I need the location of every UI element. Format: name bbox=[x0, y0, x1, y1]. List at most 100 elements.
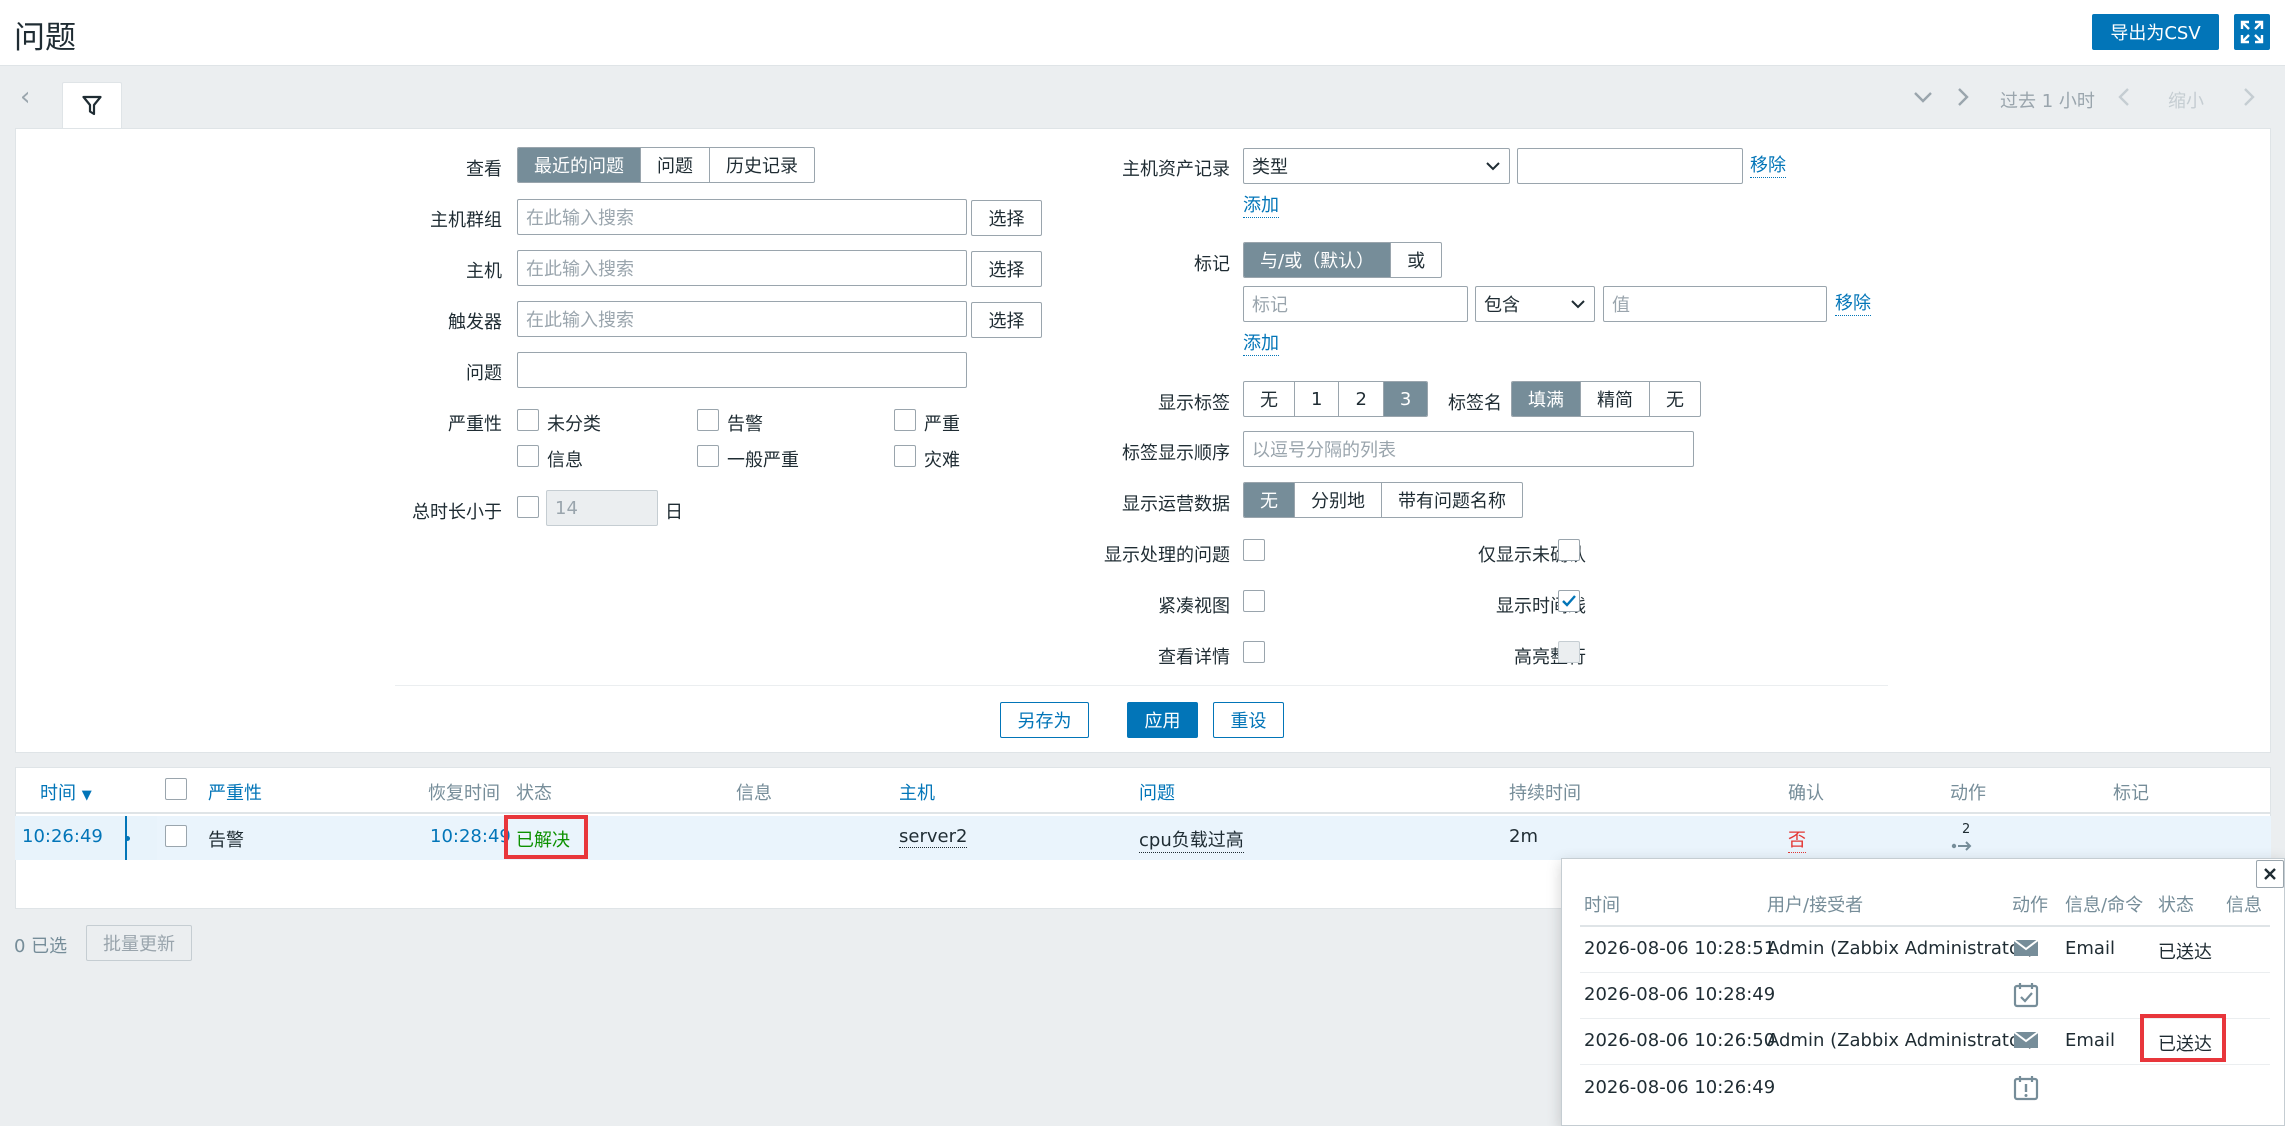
row-actions-link[interactable]: 2 bbox=[1950, 822, 1976, 857]
popup-row-time: 2026-08-06 10:28:49 bbox=[1584, 984, 1776, 1005]
export-csv-button[interactable]: 导出为CSV bbox=[2092, 14, 2219, 50]
severity-high-checkbox[interactable] bbox=[894, 409, 916, 431]
filter-icon bbox=[82, 95, 102, 116]
inventory-field-select[interactable]: 类型 bbox=[1243, 148, 1510, 184]
select-all-checkbox[interactable] bbox=[165, 778, 187, 800]
compact-view-checkbox[interactable] bbox=[1243, 590, 1265, 612]
hosts-label: 主机 bbox=[466, 261, 502, 282]
tab-next-icon[interactable] bbox=[1952, 86, 1974, 113]
show-suppressed-checkbox[interactable] bbox=[1243, 539, 1265, 561]
problem-input[interactable] bbox=[517, 352, 967, 388]
time-back-icon[interactable] bbox=[2113, 86, 2135, 113]
inventory-label: 主机资产记录 bbox=[1122, 159, 1230, 180]
save-as-button[interactable]: 另存为 bbox=[1000, 702, 1089, 738]
tag-add-link[interactable]: 添加 bbox=[1243, 333, 1279, 356]
severity-disaster-label: 灾难 bbox=[924, 450, 960, 471]
popup-row-message: Email bbox=[2065, 1030, 2115, 1051]
tag-name-short[interactable]: 精简 bbox=[1581, 382, 1650, 416]
mass-update-button[interactable]: 批量更新 bbox=[86, 925, 192, 961]
apply-button[interactable]: 应用 bbox=[1127, 702, 1198, 738]
time-forward-icon[interactable] bbox=[2238, 86, 2260, 113]
fullscreen-button[interactable] bbox=[2234, 14, 2270, 50]
unacknowledged-checkbox[interactable] bbox=[1558, 539, 1580, 561]
row-host-link[interactable]: server2 bbox=[899, 826, 968, 848]
tag-value-input[interactable]: 值 bbox=[1603, 286, 1827, 322]
severity-warning-checkbox[interactable] bbox=[697, 409, 719, 431]
severity-not-classified-label: 未分类 bbox=[547, 414, 601, 435]
view-segmented: 最近的问题 问题 历史记录 bbox=[517, 147, 815, 183]
opdata-with-name[interactable]: 带有问题名称 bbox=[1382, 483, 1522, 517]
severity-not-classified-checkbox[interactable] bbox=[517, 409, 539, 431]
tag-priority-input[interactable]: 以逗号分隔的列表 bbox=[1243, 431, 1694, 467]
chevron-down-icon[interactable] bbox=[1912, 86, 1934, 113]
show-tags-none[interactable]: 无 bbox=[1244, 382, 1295, 416]
column-status-header: 状态 bbox=[516, 783, 552, 804]
details-checkbox[interactable] bbox=[1243, 641, 1265, 663]
opdata-separately[interactable]: 分别地 bbox=[1295, 483, 1382, 517]
age-unit-label: 日 bbox=[665, 502, 683, 523]
tag-name-input[interactable]: 标记 bbox=[1243, 286, 1468, 322]
show-timeline-checkbox[interactable] bbox=[1558, 590, 1580, 612]
view-option-recent[interactable]: 最近的问题 bbox=[518, 148, 641, 182]
highlight-row-checkbox[interactable] bbox=[1558, 641, 1580, 663]
row-checkbox[interactable] bbox=[165, 825, 187, 847]
row-time-link[interactable]: 10:26:49 bbox=[22, 826, 103, 847]
view-option-history[interactable]: 历史记录 bbox=[710, 148, 814, 182]
triggers-input[interactable]: 在此输入搜索 bbox=[517, 301, 967, 337]
show-tags-3[interactable]: 3 bbox=[1383, 382, 1428, 416]
popup-col-info: 信息 bbox=[2226, 895, 2262, 916]
row-problem-link[interactable]: cpu负载过高 bbox=[1139, 826, 1244, 853]
time-period-label[interactable]: 过去 1 小时 bbox=[2000, 87, 2095, 113]
severity-label: 严重性 bbox=[448, 414, 502, 435]
tags-operator-and-or[interactable]: 与/或（默认） bbox=[1244, 243, 1392, 277]
age-label: 总时长小于 bbox=[412, 502, 502, 523]
tag-name-full[interactable]: 填满 bbox=[1512, 382, 1581, 416]
host-groups-select-button[interactable]: 选择 bbox=[971, 200, 1042, 236]
show-tags-1[interactable]: 1 bbox=[1295, 382, 1340, 416]
column-host-header[interactable]: 主机 bbox=[899, 779, 935, 805]
calendar-alert-icon bbox=[2013, 1075, 2039, 1106]
age-input[interactable]: 14 bbox=[546, 490, 658, 526]
column-severity-header[interactable]: 严重性 bbox=[208, 779, 262, 805]
tags-operator-or[interactable]: 或 bbox=[1391, 243, 1441, 277]
opdata-none[interactable]: 无 bbox=[1244, 483, 1295, 517]
column-recovery-time-header: 恢复时间 bbox=[428, 783, 500, 804]
popup-col-message: 信息/命令 bbox=[2065, 895, 2144, 916]
column-problem-header[interactable]: 问题 bbox=[1139, 779, 1175, 805]
triggers-select-button[interactable]: 选择 bbox=[971, 302, 1042, 338]
checkmark-icon bbox=[1562, 595, 1576, 607]
popup-col-status: 状态 bbox=[2158, 895, 2194, 916]
inventory-add-link[interactable]: 添加 bbox=[1243, 195, 1279, 218]
column-duration-header: 持续时间 bbox=[1509, 783, 1581, 804]
tag-condition-select[interactable]: 包含 bbox=[1475, 286, 1595, 322]
column-time-header[interactable]: 时间 ▼ bbox=[40, 779, 92, 805]
show-tags-segmented: 无 1 2 3 bbox=[1243, 381, 1429, 417]
row-recovery-time-link[interactable]: 10:28:49 bbox=[430, 826, 511, 847]
row-ack-link[interactable]: 否 bbox=[1788, 826, 1806, 853]
tag-remove-link[interactable]: 移除 bbox=[1835, 293, 1871, 316]
popup-close-button[interactable] bbox=[2256, 860, 2284, 888]
severity-information-checkbox[interactable] bbox=[517, 445, 539, 467]
severity-warning-label: 告警 bbox=[727, 414, 763, 435]
reset-button[interactable]: 重设 bbox=[1213, 702, 1284, 738]
zoom-out-label[interactable]: 缩小 bbox=[2168, 87, 2204, 113]
severity-disaster-checkbox[interactable] bbox=[894, 445, 916, 467]
hosts-select-button[interactable]: 选择 bbox=[971, 251, 1042, 287]
envelope-icon bbox=[2013, 1030, 2039, 1055]
tab-prev-icon[interactable]: ‹ bbox=[20, 84, 30, 110]
severity-average-checkbox[interactable] bbox=[697, 445, 719, 467]
show-tags-2[interactable]: 2 bbox=[1339, 382, 1384, 416]
hosts-input[interactable]: 在此输入搜索 bbox=[517, 250, 967, 286]
tag-name-none[interactable]: 无 bbox=[1650, 382, 1700, 416]
view-option-problems[interactable]: 问题 bbox=[641, 148, 710, 182]
show-opdata-segmented: 无 分别地 带有问题名称 bbox=[1243, 482, 1523, 518]
popup-row-time: 2026-08-06 10:28:51 bbox=[1584, 938, 1776, 959]
inventory-remove-link[interactable]: 移除 bbox=[1750, 155, 1786, 178]
host-groups-input[interactable]: 在此输入搜索 bbox=[517, 199, 967, 235]
column-tags-header: 标记 bbox=[2113, 783, 2149, 804]
show-opdata-label: 显示运营数据 bbox=[1122, 494, 1230, 515]
age-checkbox[interactable] bbox=[517, 496, 539, 518]
tab-filter[interactable] bbox=[62, 82, 122, 129]
compact-view-label: 紧凑视图 bbox=[1158, 596, 1230, 617]
inventory-value-input[interactable] bbox=[1517, 148, 1743, 184]
